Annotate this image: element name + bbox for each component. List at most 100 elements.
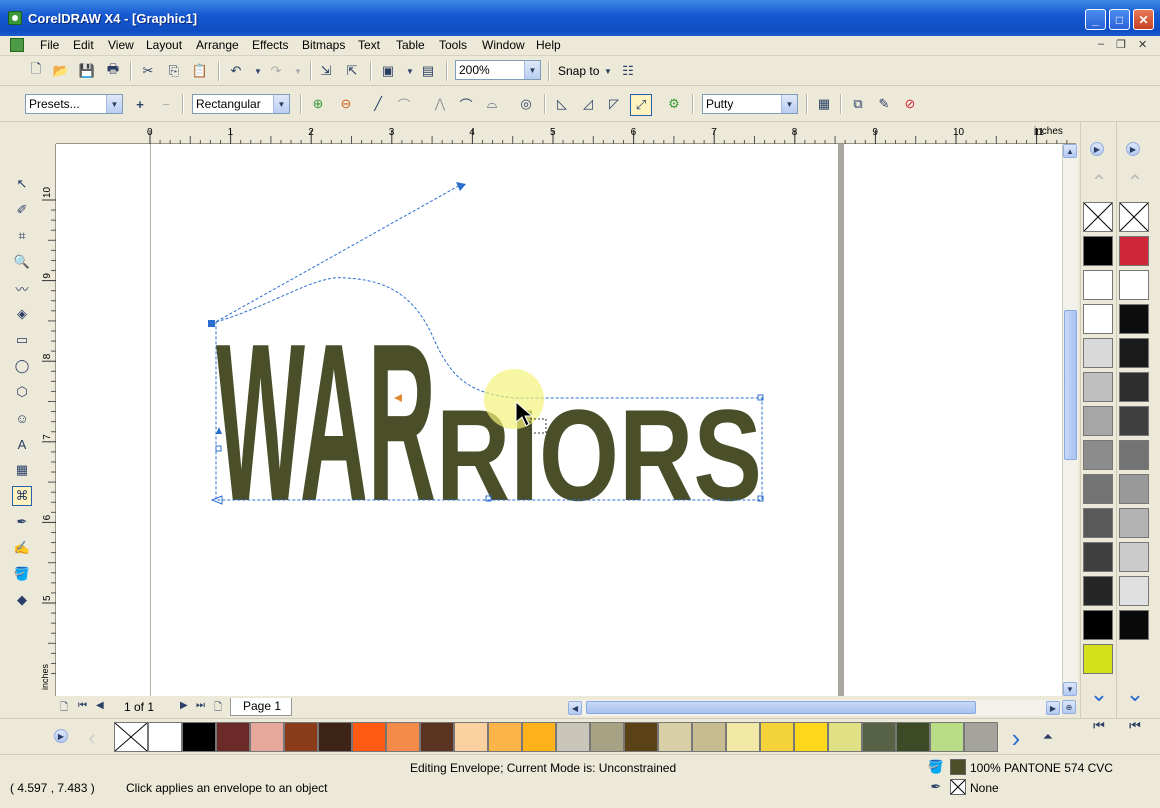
palette-end-icon[interactable]: ⏮ — [1127, 718, 1143, 734]
minimize-button[interactable]: _ — [1085, 9, 1106, 30]
palette-end-icon[interactable]: ⏮ — [1091, 718, 1107, 734]
outline-color-swatch[interactable] — [950, 779, 966, 795]
last-page-icon[interactable]: ⏭ — [196, 700, 205, 711]
side-palette-swatch[interactable] — [1083, 644, 1113, 674]
chevron-down-icon[interactable]: ▼ — [524, 61, 540, 79]
drawing-canvas[interactable]: WAR RIORS — [56, 144, 1062, 696]
undo-dropdown-icon[interactable]: ▼ — [250, 63, 266, 79]
palette-flyout-icon[interactable]: ▶ — [1126, 142, 1140, 156]
warriors-artwork[interactable]: WAR — [216, 296, 436, 548]
palette-swatch[interactable] — [352, 722, 386, 752]
coreldraw-app-icon[interactable] — [8, 11, 22, 25]
palette-swatch[interactable] — [420, 722, 454, 752]
envelope-tool-icon[interactable]: ⌘ — [12, 486, 32, 506]
chevron-down-icon[interactable]: ▼ — [106, 95, 122, 113]
palette-swatch[interactable] — [250, 722, 284, 752]
palette-swatch[interactable] — [590, 722, 624, 752]
palette-swatch[interactable] — [318, 722, 352, 752]
side-palette-swatch[interactable] — [1119, 406, 1149, 436]
add-page-after-icon[interactable]: 🗋 — [214, 700, 222, 717]
launcher-dropdown-icon[interactable]: ▼ — [402, 63, 418, 79]
menu-effects[interactable]: Effects — [252, 38, 288, 52]
paste-icon[interactable]: 📋 — [192, 63, 208, 79]
table-tool-icon[interactable]: ▦ — [12, 460, 32, 480]
side-palette-swatch[interactable] — [1119, 542, 1149, 572]
palette-swatch[interactable] — [182, 722, 216, 752]
palette-swatch[interactable] — [828, 722, 862, 752]
polygon-tool-icon[interactable]: ⬡ — [12, 382, 32, 402]
palette-scroll-left-icon[interactable]: ‹ — [80, 725, 104, 750]
undo-icon[interactable]: ↶ — [228, 63, 244, 79]
menu-text[interactable]: Text — [358, 38, 380, 52]
clear-envelope-icon[interactable]: ⊘ — [902, 96, 918, 112]
maximize-button[interactable]: □ — [1109, 9, 1130, 30]
side-palette-swatch[interactable] — [1119, 270, 1149, 300]
side-palette-swatch[interactable] — [1119, 338, 1149, 368]
previous-page-icon[interactable]: ◀ — [96, 700, 104, 711]
vertical-ruler[interactable]: 10 9 8 7 6 5 — [38, 144, 56, 696]
menu-help[interactable]: Help — [536, 38, 561, 52]
convert-to-curve-icon[interactable]: ⌒ — [396, 96, 412, 113]
scroll-down-icon[interactable]: ▼ — [1063, 682, 1077, 696]
side-palette-swatch[interactable] — [1083, 236, 1113, 266]
no-fill-swatch[interactable] — [1119, 202, 1149, 232]
add-nodes-icon[interactable]: ⊕ — [310, 96, 326, 112]
palette-swatch[interactable] — [964, 722, 998, 752]
side-palette-swatch[interactable] — [1083, 372, 1113, 402]
crop-tool-icon[interactable]: ⌗ — [12, 226, 32, 246]
zoom-level-combo[interactable]: 200% ▼ — [455, 60, 541, 80]
redo-dropdown-icon[interactable]: ▼ — [290, 63, 306, 79]
zoom-navigator-icon[interactable]: ⊕ — [1062, 700, 1076, 714]
side-palette-swatch[interactable] — [1083, 576, 1113, 606]
palette-swatch[interactable] — [896, 722, 930, 752]
menu-window[interactable]: Window — [482, 38, 525, 52]
scroll-left-icon[interactable]: ◀ — [568, 701, 582, 715]
horizontal-scrollbar[interactable]: ◀ ▶ — [568, 700, 1062, 716]
doc-close-icon[interactable]: ✕ — [1138, 38, 1147, 51]
side-palette-swatch[interactable] — [1119, 508, 1149, 538]
copy-envelope-properties-icon[interactable]: ⧉ — [850, 96, 866, 112]
open-folder-icon[interactable]: 📂 — [53, 63, 69, 79]
next-page-icon[interactable]: ▶ — [180, 700, 188, 711]
palette-flyout-icon[interactable]: ▶ — [1090, 142, 1104, 156]
menu-layout[interactable]: Layout — [146, 38, 182, 52]
cut-icon[interactable]: ✂ — [140, 63, 156, 79]
menu-view[interactable]: View — [108, 38, 134, 52]
horizontal-ruler[interactable]: 0 1 2 3 4 5 6 7 8 9 10 11 — [56, 124, 1076, 144]
remove-preset-icon[interactable]: − — [158, 96, 174, 112]
menu-arrange[interactable]: Arrange — [196, 38, 239, 52]
palette-swatch[interactable] — [556, 722, 590, 752]
palette-scroll-up-icon[interactable]: ⌃ — [1085, 170, 1113, 194]
side-palette-swatch[interactable] — [1083, 406, 1113, 436]
chevron-down-icon[interactable]: ▼ — [273, 95, 289, 113]
import-icon[interactable]: ⇲ — [318, 63, 334, 79]
redo-icon[interactable]: ↷ — [268, 63, 284, 79]
palette-scroll-right-icon[interactable]: › — [1004, 723, 1028, 753]
eyedropper-tool-icon[interactable]: ✒ — [12, 512, 32, 532]
unconstrained-mode-icon[interactable]: ⤢ — [630, 94, 652, 116]
page-tab-1[interactable]: Page 1 — [230, 698, 292, 716]
doc-minimize-icon[interactable]: – — [1098, 38, 1104, 50]
side-palette-swatch[interactable] — [1119, 440, 1149, 470]
palette-swatch[interactable] — [488, 722, 522, 752]
side-palette-swatch[interactable] — [1119, 576, 1149, 606]
eyedropper-icon[interactable]: ✎ — [876, 96, 892, 112]
interactive-fill-tool-icon[interactable]: ◆ — [12, 590, 32, 610]
palette-scroll-down-icon[interactable]: ⌄ — [1121, 681, 1149, 706]
side-palette-swatch[interactable] — [1083, 610, 1113, 640]
palette-swatch[interactable] — [794, 722, 828, 752]
scroll-up-icon[interactable]: ▲ — [1063, 144, 1077, 158]
side-palette-swatch[interactable] — [1119, 474, 1149, 504]
side-palette-swatch[interactable] — [1119, 372, 1149, 402]
envelope-node[interactable] — [208, 320, 215, 327]
chevron-down-icon[interactable]: ▼ — [781, 95, 797, 113]
horizontal-scroll-thumb[interactable] — [586, 701, 976, 714]
selection-mode-combo[interactable]: Rectangular ▼ — [192, 94, 290, 114]
keep-lines-icon[interactable]: ▦ — [816, 96, 832, 112]
side-palette-swatch[interactable] — [1119, 236, 1149, 266]
vertical-scroll-thumb[interactable] — [1064, 310, 1077, 460]
palette-swatch[interactable] — [284, 722, 318, 752]
fill-tool-icon[interactable]: 🪣 — [12, 564, 32, 584]
palette-swatch[interactable] — [760, 722, 794, 752]
scroll-right-icon[interactable]: ▶ — [1046, 701, 1060, 715]
